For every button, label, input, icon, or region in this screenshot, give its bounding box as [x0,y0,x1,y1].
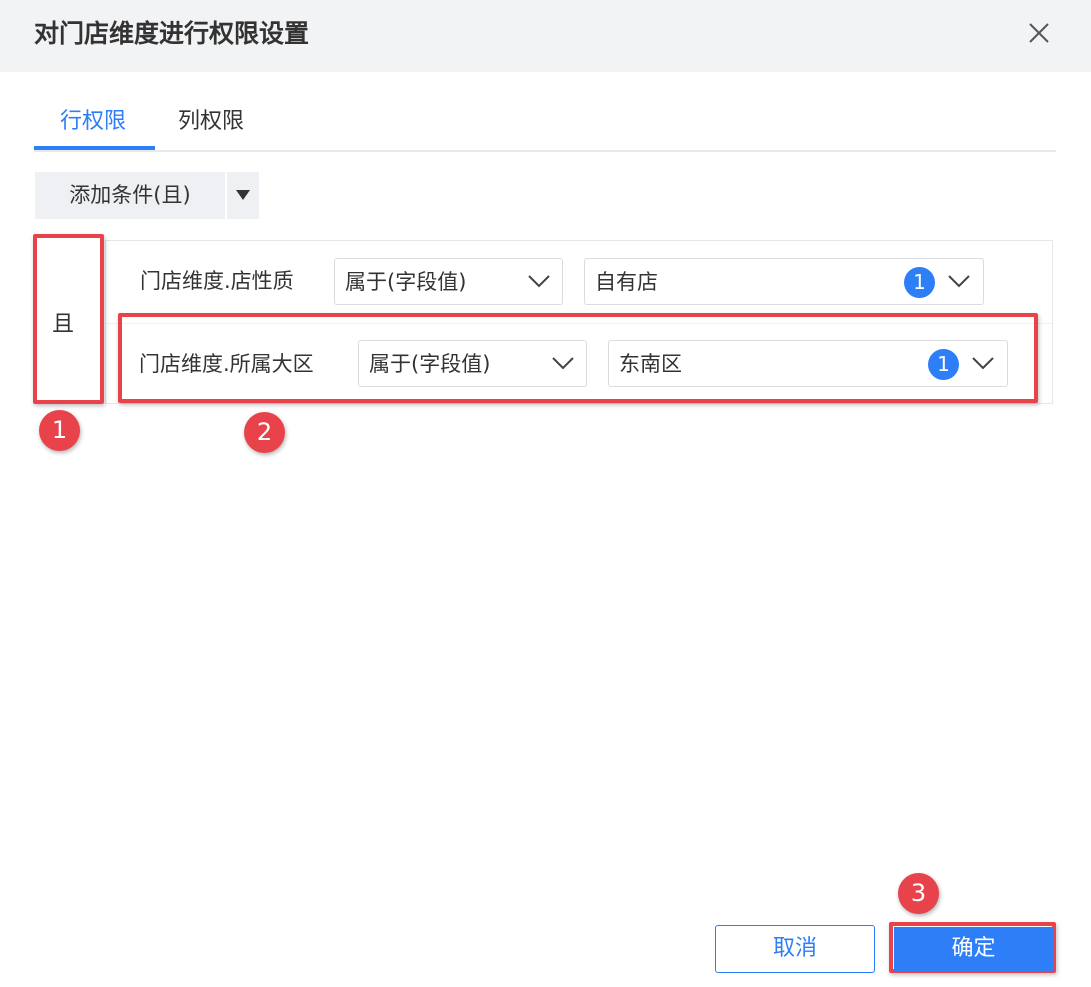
step-badge-1: 1 [39,410,80,451]
step-badge-2: 2 [244,412,285,453]
dialog-header: 对门店维度进行权限设置 [0,0,1091,72]
highlight-box-condition [118,313,1038,403]
add-condition-button[interactable]: 添加条件(且) [35,172,225,219]
dialog-title: 对门店维度进行权限设置 [34,19,310,48]
operator-select[interactable]: 属于(字段值) [334,258,563,305]
value-text: 自有店 [595,270,658,294]
permission-tabs: 行权限 列权限 [34,96,1056,152]
add-condition-dropdown[interactable] [227,172,259,219]
condition-field-label: 门店维度.店性质 [140,269,294,293]
operator-value: 属于(字段值) [345,270,467,294]
tab-column-permission[interactable]: 列权限 [178,106,244,138]
selected-count-badge: 1 [904,267,935,298]
confirm-button[interactable]: 确定 [894,927,1053,971]
caret-down-icon [236,190,250,200]
cancel-button[interactable]: 取消 [715,925,875,973]
tab-row-permission[interactable]: 行权限 [60,106,126,138]
chevron-down-icon [948,275,970,288]
highlight-box-logic [33,234,104,404]
value-select[interactable]: 自有店 1 [584,258,984,305]
active-tab-indicator [34,146,155,150]
chevron-down-icon [528,275,550,288]
step-badge-3: 3 [898,873,939,914]
close-icon[interactable] [1020,14,1058,52]
permission-dialog: 对门店维度进行权限设置 行权限 列权限 添加条件(且) 且 门店维度.店性质 属… [0,0,1091,987]
